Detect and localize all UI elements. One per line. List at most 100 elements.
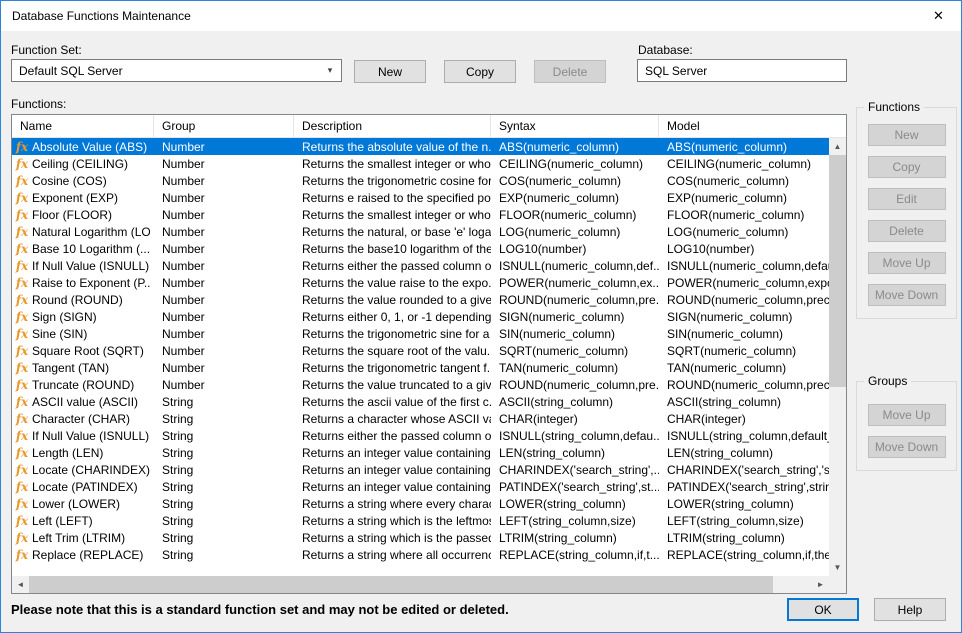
table-row[interactable]: fx Sign (SIGN) Number Returns either 0, … bbox=[12, 308, 829, 325]
table-row[interactable]: fx Left (LEFT) String Returns a string w… bbox=[12, 512, 829, 529]
function-syntax: ROUND(numeric_column,pre... bbox=[491, 293, 659, 307]
function-group: Number bbox=[154, 327, 294, 341]
table-row[interactable]: fx Base 10 Logarithm (... Number Returns… bbox=[12, 240, 829, 257]
scrollbar-corner bbox=[829, 576, 846, 593]
scroll-up-icon[interactable]: ▲ bbox=[829, 138, 846, 155]
table-row[interactable]: fx Sine (SIN) Number Returns the trigono… bbox=[12, 325, 829, 342]
delete-button[interactable]: Delete bbox=[534, 60, 606, 83]
horizontal-scrollbar[interactable]: ◄ ► bbox=[12, 576, 829, 593]
function-model: CHARINDEX('search_string','strin... bbox=[659, 463, 829, 477]
function-syntax: SIN(numeric_column) bbox=[491, 327, 659, 341]
functions-group-title: Functions bbox=[864, 100, 924, 114]
scroll-left-icon[interactable]: ◄ bbox=[12, 576, 29, 593]
function-model: CHAR(integer) bbox=[659, 412, 829, 426]
function-syntax: CHAR(integer) bbox=[491, 412, 659, 426]
horizontal-scrollbar-thumb[interactable] bbox=[29, 576, 773, 593]
title-bar: Database Functions Maintenance ✕ bbox=[1, 1, 961, 31]
table-row[interactable]: fx Ceiling (CEILING) Number Returns the … bbox=[12, 155, 829, 172]
table-row[interactable]: fx Raise to Exponent (P... Number Return… bbox=[12, 274, 829, 291]
ok-button[interactable]: OK bbox=[787, 598, 859, 621]
function-name: Absolute Value (ABS) bbox=[32, 140, 147, 154]
function-name: Locate (CHARINDEX) bbox=[32, 463, 150, 477]
functions-new-button[interactable]: New bbox=[868, 124, 946, 146]
functions-delete-button[interactable]: Delete bbox=[868, 220, 946, 242]
table-row[interactable]: fx Square Root (SQRT) Number Returns the… bbox=[12, 342, 829, 359]
table-row[interactable]: fx Length (LEN) String Returns an intege… bbox=[12, 444, 829, 461]
function-model: ASCII(string_column) bbox=[659, 395, 829, 409]
function-syntax: ABS(numeric_column) bbox=[491, 140, 659, 154]
table-row[interactable]: fx If Null Value (ISNULL) String Returns… bbox=[12, 427, 829, 444]
functions-copy-button[interactable]: Copy bbox=[868, 156, 946, 178]
groups-move-up-button[interactable]: Move Up bbox=[868, 404, 946, 426]
function-group: Number bbox=[154, 276, 294, 290]
fx-icon: fx bbox=[15, 463, 29, 477]
database-input[interactable] bbox=[637, 59, 847, 82]
fx-icon: fx bbox=[15, 140, 29, 154]
table-row[interactable]: fx Absolute Value (ABS) Number Returns t… bbox=[12, 138, 829, 155]
help-button[interactable]: Help bbox=[874, 598, 946, 621]
column-header-group[interactable]: Group bbox=[154, 115, 294, 137]
table-row[interactable]: fx Lower (LOWER) String Returns a string… bbox=[12, 495, 829, 512]
functions-edit-button[interactable]: Edit bbox=[868, 188, 946, 210]
function-model: ISNULL(string_column,default_v... bbox=[659, 429, 829, 443]
table-row[interactable]: fx Character (CHAR) String Returns a cha… bbox=[12, 410, 829, 427]
function-syntax: ASCII(string_column) bbox=[491, 395, 659, 409]
new-button[interactable]: New bbox=[354, 60, 426, 83]
fx-icon: fx bbox=[15, 225, 29, 239]
scroll-right-icon[interactable]: ► bbox=[812, 576, 829, 593]
vertical-scrollbar[interactable]: ▲ ▼ bbox=[829, 138, 846, 576]
function-set-value: Default SQL Server bbox=[19, 64, 123, 78]
table-row[interactable]: fx Locate (PATINDEX) String Returns an i… bbox=[12, 478, 829, 495]
function-syntax: POWER(numeric_column,ex... bbox=[491, 276, 659, 290]
function-group: String bbox=[154, 412, 294, 426]
function-model: LOWER(string_column) bbox=[659, 497, 829, 511]
table-row[interactable]: fx Round (ROUND) Number Returns the valu… bbox=[12, 291, 829, 308]
function-description: Returns the smallest integer or whol... bbox=[294, 208, 491, 222]
fx-icon: fx bbox=[15, 327, 29, 341]
scroll-down-icon[interactable]: ▼ bbox=[829, 559, 846, 576]
groups-move-down-button[interactable]: Move Down bbox=[868, 436, 946, 458]
function-model: COS(numeric_column) bbox=[659, 174, 829, 188]
table-row[interactable]: fx If Null Value (ISNULL) Number Returns… bbox=[12, 257, 829, 274]
table-row[interactable]: fx Tangent (TAN) Number Returns the trig… bbox=[12, 359, 829, 376]
functions-group-box: Functions New Copy Edit Delete Move Up M… bbox=[856, 107, 957, 319]
function-description: Returns a string where every charac... bbox=[294, 497, 491, 511]
column-header-name[interactable]: Name bbox=[12, 115, 154, 137]
function-group: Number bbox=[154, 310, 294, 324]
function-set-dropdown[interactable]: Default SQL Server ▾ bbox=[11, 59, 342, 82]
function-description: Returns the value rounded to a give... bbox=[294, 293, 491, 307]
table-row[interactable]: fx Left Trim (LTRIM) String Returns a st… bbox=[12, 529, 829, 546]
close-icon[interactable]: ✕ bbox=[916, 1, 961, 31]
functions-move-down-button[interactable]: Move Down bbox=[868, 284, 946, 306]
chevron-down-icon: ▾ bbox=[319, 65, 341, 76]
copy-button[interactable]: Copy bbox=[444, 60, 516, 83]
function-syntax: ROUND(numeric_column,pre... bbox=[491, 378, 659, 392]
function-description: Returns an integer value containing ... bbox=[294, 463, 491, 477]
function-model: LTRIM(string_column) bbox=[659, 531, 829, 545]
function-model: ABS(numeric_column) bbox=[659, 140, 829, 154]
table-row[interactable]: fx Natural Logarithm (LOG) Number Return… bbox=[12, 223, 829, 240]
function-model: ISNULL(numeric_column,default... bbox=[659, 259, 829, 273]
function-group: Number bbox=[154, 208, 294, 222]
function-group: Number bbox=[154, 361, 294, 375]
vertical-scrollbar-thumb[interactable] bbox=[829, 155, 846, 387]
groups-group-box: Groups Move Up Move Down bbox=[856, 381, 957, 471]
fx-icon: fx bbox=[15, 191, 29, 205]
column-header-description[interactable]: Description bbox=[294, 115, 491, 137]
table-row[interactable]: fx Exponent (EXP) Number Returns e raise… bbox=[12, 189, 829, 206]
table-row[interactable]: fx Floor (FLOOR) Number Returns the smal… bbox=[12, 206, 829, 223]
function-model: LEFT(string_column,size) bbox=[659, 514, 829, 528]
function-syntax: TAN(numeric_column) bbox=[491, 361, 659, 375]
table-row[interactable]: fx Truncate (ROUND) Number Returns the v… bbox=[12, 376, 829, 393]
table-row[interactable]: fx Cosine (COS) Number Returns the trigo… bbox=[12, 172, 829, 189]
functions-table-body: fx Absolute Value (ABS) Number Returns t… bbox=[12, 138, 829, 576]
function-syntax: FLOOR(numeric_column) bbox=[491, 208, 659, 222]
functions-move-up-button[interactable]: Move Up bbox=[868, 252, 946, 274]
column-header-model[interactable]: Model bbox=[659, 115, 846, 137]
column-header-syntax[interactable]: Syntax bbox=[491, 115, 659, 137]
table-row[interactable]: fx Replace (REPLACE) String Returns a st… bbox=[12, 546, 829, 563]
function-group: String bbox=[154, 395, 294, 409]
table-row[interactable]: fx Locate (CHARINDEX) String Returns an … bbox=[12, 461, 829, 478]
function-description: Returns the square root of the valu... bbox=[294, 344, 491, 358]
table-row[interactable]: fx ASCII value (ASCII) String Returns th… bbox=[12, 393, 829, 410]
